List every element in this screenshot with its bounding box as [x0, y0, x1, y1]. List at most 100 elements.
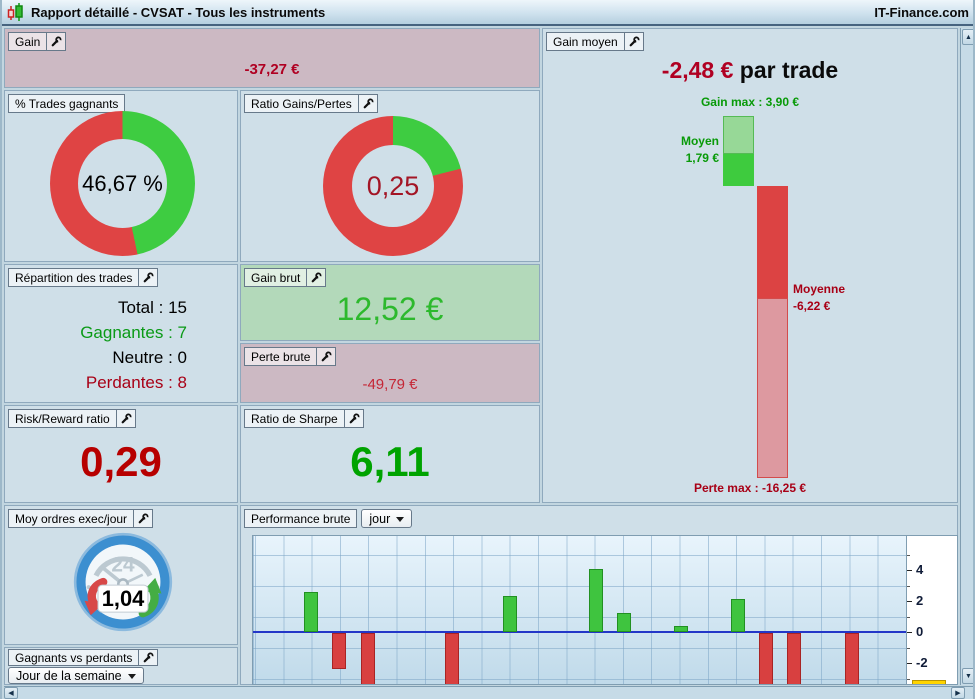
gain-max-bar-segment	[723, 115, 754, 154]
perf-bar	[674, 625, 688, 632]
repartition-settings-button[interactable]	[138, 268, 159, 287]
ratio-value: 0,25	[366, 170, 420, 201]
repartition-row: Gagnantes : 7	[80, 323, 187, 342]
moy-ordres-panel-title: Moy ordres exec/jour	[8, 509, 135, 528]
ratio-donut: 0,25	[323, 116, 463, 256]
wrench-icon	[138, 513, 149, 523]
gagnants-vs-settings-button[interactable]	[138, 649, 159, 666]
gain-moyen-panel-title: Gain moyen	[546, 32, 625, 51]
axis-tick	[907, 632, 912, 633]
axis-minor-tick	[907, 554, 910, 556]
performance-chart	[252, 535, 907, 685]
gain-moyen-headline: -2,48 € par trade	[543, 57, 957, 84]
moyenne-value: -6,22 €	[793, 299, 831, 313]
pct-trades-panel: % Trades gagnants 46,67 %	[4, 90, 238, 262]
clock-icon: 24 1,04	[71, 530, 175, 639]
ratio-panel-title: Ratio Gains/Pertes	[244, 94, 359, 113]
axis-minor-tick	[907, 678, 910, 680]
axis-minor-tick	[907, 585, 910, 587]
gain-brut-panel: Gain brut 12,52 €	[240, 264, 540, 341]
moy-ordres-settings-button[interactable]	[133, 509, 154, 528]
perf-bar	[759, 633, 773, 684]
perf-bar	[589, 569, 603, 632]
sharpe-value: 6,11	[350, 438, 430, 485]
perte-brute-panel: Perte brute -49,79 €	[240, 343, 540, 403]
axis-tick	[907, 570, 912, 571]
vertical-scrollbar[interactable]: ▲ ▼	[960, 28, 973, 685]
perte-brute-panel-title: Perte brute	[244, 347, 318, 366]
risk-reward-panel: Risk/Reward ratio 0,29	[4, 405, 238, 503]
perf-bar	[845, 633, 859, 684]
horizontal-scrollbar[interactable]: ◀ ▶	[4, 686, 973, 699]
scroll-right-button[interactable]: ▶	[951, 687, 965, 699]
repartition-row: Total : 15	[118, 298, 187, 317]
moy-ordres-value: 1,04	[102, 586, 145, 611]
gain-panel: Gain -37,27 €	[4, 28, 540, 88]
axis-minor-tick	[907, 616, 910, 618]
window-title: Rapport détaillé - CVSAT - Tous les inst…	[31, 4, 326, 20]
gain-brut-value: 12,52 €	[336, 291, 444, 327]
gain-moyen-panel: Gain moyen -2,48 € par trade Gain max : …	[542, 28, 958, 503]
gain-moyen-bar-segment	[723, 153, 754, 186]
perte-max-bar-segment	[757, 297, 788, 479]
gain-max-label: Gain max : 3,90 €	[700, 95, 800, 109]
wrench-icon	[629, 36, 640, 46]
gagnants-vs-perdants-panel: Gagnants vs perdants Jour de la semaine	[4, 647, 238, 685]
perte-max-label: Perte max : -16,25 €	[693, 481, 807, 495]
performance-period-label: jour	[369, 512, 391, 526]
pct-trades-donut: 46,67 %	[50, 111, 195, 256]
risk-reward-value: 0,29	[80, 438, 162, 485]
perf-bar	[332, 633, 346, 669]
scroll-left-button[interactable]: ◀	[4, 687, 18, 699]
axis-minor-tick	[907, 647, 910, 649]
ratio-gains-pertes-panel: Ratio Gains/Pertes 0,25	[240, 90, 540, 262]
brand-label: IT-Finance.com	[874, 4, 969, 20]
clock-24-label: 24	[111, 554, 135, 577]
perte-brute-settings-button[interactable]	[316, 347, 337, 366]
moy-ordres-panel: Moy ordres exec/jour 24 1,04	[4, 505, 238, 645]
gagnants-vs-perdants-panel-title: Gagnants vs perdants	[8, 649, 140, 666]
perf-bar	[617, 613, 631, 632]
scroll-up-button[interactable]: ▲	[962, 29, 973, 45]
perf-bar	[731, 599, 745, 632]
gain-value: -37,27 €	[244, 60, 300, 78]
perte-brute-value: -49,79 €	[362, 375, 418, 393]
axis-tick	[907, 601, 912, 602]
ratio-settings-button[interactable]	[357, 94, 378, 113]
report-window: Rapport détaillé - CVSAT - Tous les inst…	[0, 0, 975, 699]
period-dropdown[interactable]: Jour de la semaine	[8, 667, 144, 684]
gain-moyen-settings-button[interactable]	[623, 32, 644, 51]
perte-moyenne-bar-segment	[757, 186, 788, 298]
gain-panel-title: Gain	[8, 32, 48, 51]
performance-axis: 4 2 0 -2	[907, 535, 958, 685]
moyen-label-block: Moyen 1,79 €	[543, 133, 719, 167]
chevron-down-icon	[396, 517, 405, 522]
wrench-icon	[363, 98, 374, 108]
pct-trades-value: 46,67 %	[82, 170, 163, 196]
repartition-panel: Répartition des trades Total : 15 Gagnant…	[4, 264, 238, 403]
scroll-down-button[interactable]: ▼	[962, 668, 973, 684]
axis-label: 2	[916, 593, 924, 609]
moyen-label: Moyen	[680, 134, 719, 148]
gain-moyen-headline-suffix: par trade	[733, 57, 839, 83]
moyenne-label: Moyenne	[793, 282, 846, 296]
moyenne-label-block: Moyenne -6,22 €	[793, 281, 845, 315]
performance-period-dropdown[interactable]: jour	[361, 509, 413, 528]
axis-value-badge	[912, 680, 946, 684]
axis-label: -2	[916, 655, 928, 671]
wrench-icon	[144, 272, 154, 282]
candlestick-icon	[7, 3, 23, 21]
axis-label: 4	[916, 562, 924, 578]
axis-label: 0	[916, 624, 924, 640]
gain-moyen-headline-value: -2,48 €	[661, 57, 734, 83]
perf-bar	[445, 633, 459, 684]
gain-settings-button[interactable]	[46, 32, 67, 51]
sharpe-panel: Ratio de Sharpe 6,11	[240, 405, 540, 503]
repartition-rows: Total : 15 Gagnantes : 7 Neutre : 0 Perdant…	[5, 295, 237, 395]
wrench-icon	[322, 351, 332, 361]
perf-bar	[787, 633, 801, 684]
wrench-icon	[144, 652, 154, 662]
period-dropdown-label: Jour de la semaine	[16, 669, 122, 683]
repartition-panel-title: Répartition des trades	[8, 268, 140, 287]
perf-bar	[503, 596, 517, 632]
